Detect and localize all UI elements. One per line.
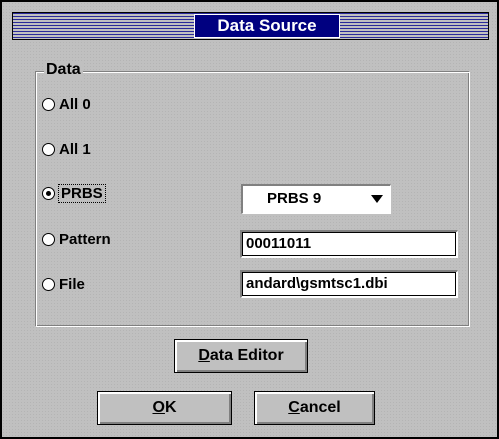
- radio-label-prbs: PRBS: [58, 183, 106, 203]
- radio-label-all-1: All 1: [59, 140, 91, 158]
- radio-label-pattern: Pattern: [59, 230, 111, 248]
- radio-circle-icon[interactable]: [42, 277, 55, 291]
- radio-label-all-0: All 0: [59, 95, 91, 113]
- radio-file[interactable]: File: [42, 274, 85, 294]
- title-bar[interactable]: Data Source: [12, 12, 489, 40]
- radio-label-file: File: [59, 275, 85, 293]
- cancel-button[interactable]: Cancel: [254, 391, 375, 425]
- pattern-input[interactable]: 00011011: [240, 230, 458, 258]
- radio-all-0[interactable]: All 0: [42, 94, 91, 114]
- prbs-type-select[interactable]: PRBS 9: [241, 184, 391, 214]
- data-group-label: Data: [44, 61, 83, 79]
- radio-prbs[interactable]: PRBS: [42, 183, 106, 203]
- cancel-label: ancel: [299, 399, 341, 416]
- prbs-type-value: PRBS 9: [267, 190, 322, 207]
- radio-pattern[interactable]: Pattern: [42, 229, 111, 249]
- window-title: Data Source: [194, 14, 340, 38]
- radio-circle-icon[interactable]: [42, 142, 55, 156]
- data-editor-button[interactable]: Data Editor: [174, 339, 308, 373]
- radio-all-1[interactable]: All 1: [42, 139, 91, 159]
- data-editor-label: ata Editor: [209, 347, 284, 364]
- cancel-mnemonic: C: [288, 399, 300, 416]
- data-source-dialog: Data Source Data All 0 All 1 PRBS Patter…: [0, 0, 499, 439]
- ok-label: K: [164, 399, 177, 416]
- data-editor-mnemonic: D: [198, 347, 210, 364]
- file-path-input[interactable]: andard\gsmtsc1.dbi: [240, 270, 458, 298]
- dropdown-arrow-icon[interactable]: [366, 188, 388, 210]
- radio-circle-icon[interactable]: [42, 97, 55, 111]
- radio-circle-icon[interactable]: [42, 232, 55, 246]
- ok-button[interactable]: OK: [97, 391, 232, 425]
- ok-mnemonic: O: [152, 399, 165, 416]
- radio-checked-icon[interactable]: [42, 186, 55, 200]
